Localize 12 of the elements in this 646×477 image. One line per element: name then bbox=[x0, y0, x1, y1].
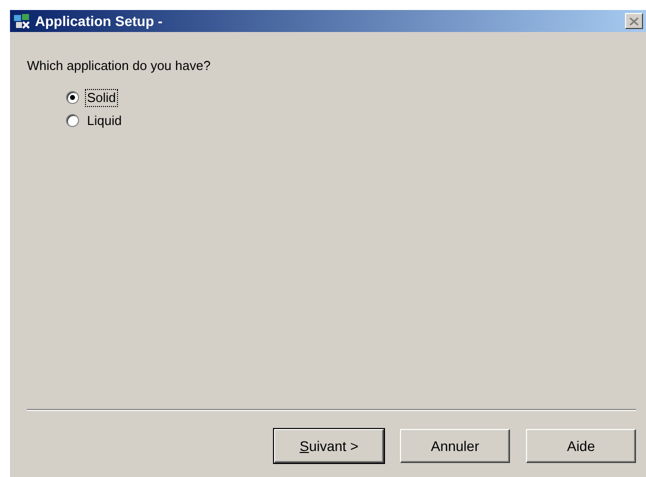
radio-button[interactable] bbox=[66, 91, 79, 104]
option-label[interactable]: Solid bbox=[85, 88, 118, 106]
app-icon bbox=[13, 13, 31, 29]
question-text: Which application do you have? bbox=[27, 57, 212, 75]
close-button[interactable] bbox=[625, 13, 643, 29]
dialog-button[interactable]: Aide bbox=[526, 429, 636, 463]
dialog-button[interactable]: Suivant > bbox=[274, 429, 384, 463]
dialog-button[interactable]: Annuler bbox=[400, 429, 510, 463]
window-title: Application Setup - bbox=[35, 12, 163, 31]
close-icon bbox=[629, 16, 639, 26]
radio-button[interactable] bbox=[66, 114, 79, 127]
option-label[interactable]: Liquid bbox=[85, 112, 124, 130]
